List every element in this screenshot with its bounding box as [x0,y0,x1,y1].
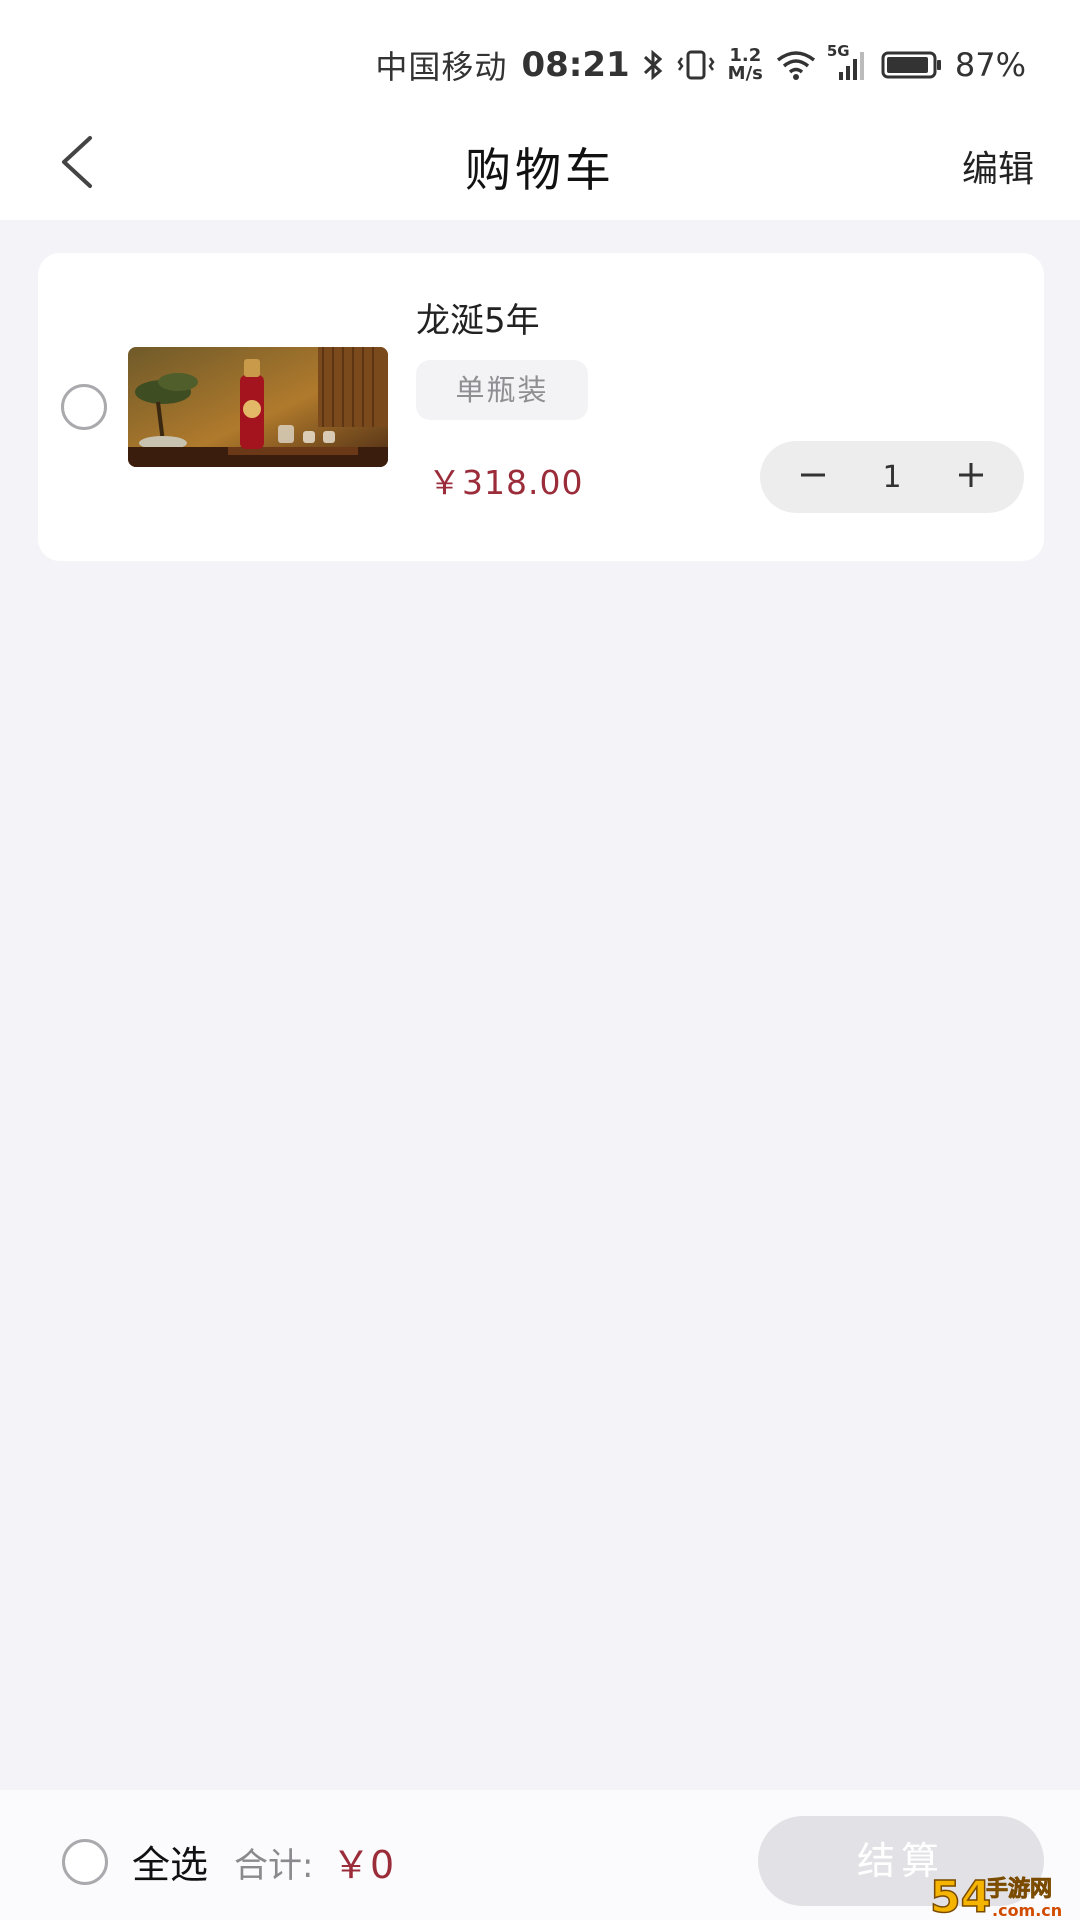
checkout-bar: 全选 合计: ￥0 结算 [0,1790,1080,1920]
page-title: 购物车 [465,143,615,197]
navigation-header: 购物车 编辑 [0,110,1080,220]
status-time: 08:21 [521,45,630,85]
network-type: 5G [826,42,850,60]
product-price: ￥318.00 [428,463,584,502]
total-amount: ￥0 [332,1843,395,1887]
edit-button[interactable]: 编辑 [962,140,1034,192]
product-image[interactable] [128,347,388,467]
minus-icon [799,461,827,493]
status-indicators: 中国移动 08:21 1.2 M/s 5G 87% [375,40,1026,90]
battery-icon [881,48,943,82]
status-bar: 中国移动 08:21 1.2 M/s 5G 87% [0,0,1080,110]
svg-text:手游网: 手游网 [986,1876,1052,1902]
cart-item-card: 龙涎5年 单瓶装 ￥318.00 1 [38,253,1044,561]
quantity-value[interactable]: 1 [882,460,901,495]
decrease-quantity-button[interactable] [790,454,836,500]
quantity-stepper: 1 [760,441,1024,513]
svg-text:.com.cn: .com.cn [992,1901,1062,1920]
vibrate-icon [676,48,716,82]
signal-icon: 5G [827,42,869,82]
battery-percentage: 87% [954,46,1026,84]
carrier-name: 中国移动 [375,48,508,86]
watermark-logo: 54 手游网 .com.cn [928,1868,1080,1920]
select-all-radio[interactable] [62,1839,108,1885]
plus-icon [957,461,985,493]
network-speed: 1.2 M/s [728,47,763,83]
svg-text:54: 54 [930,1872,991,1920]
increase-quantity-button[interactable] [948,454,994,500]
variant-tag[interactable]: 单瓶装 [416,360,588,420]
speed-unit: M/s [727,63,763,84]
bluetooth-icon [642,48,664,82]
total-label: 合计: [234,1846,314,1886]
wifi-icon [775,48,817,82]
product-name[interactable]: 龙涎5年 [416,293,540,342]
item-select-radio[interactable] [61,384,107,430]
select-all-label[interactable]: 全选 [132,1834,208,1889]
